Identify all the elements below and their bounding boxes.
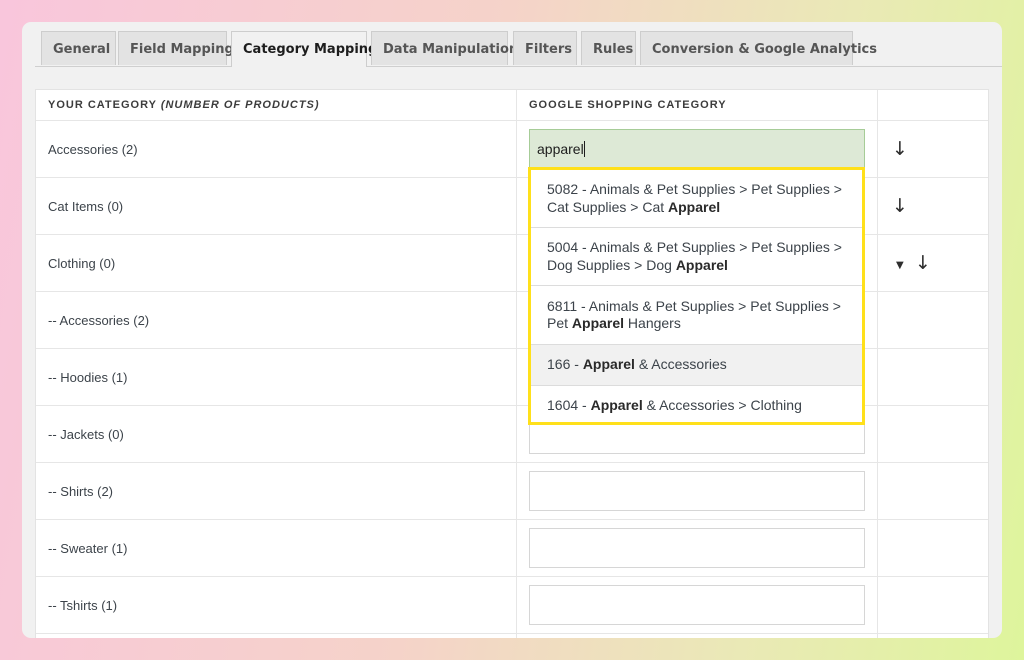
category-label: -- Sweater (1) <box>48 541 128 556</box>
tab-bar: General Field Mapping Category Mapping D… <box>35 31 1002 67</box>
category-label: Clothing (0) <box>48 256 116 271</box>
google-category-input[interactable]: apparel <box>529 129 865 169</box>
autocomplete-option[interactable]: 5082 - Animals & Pet Supplies > Pet Supp… <box>531 170 862 228</box>
category-label: -- Shirts (2) <box>48 484 113 499</box>
settings-panel: General Field Mapping Category Mapping D… <box>22 22 1002 638</box>
header-google-shopping-category: GOOGLE SHOPPING CATEGORY <box>529 99 727 111</box>
tab-conversion-google-analytics[interactable]: Conversion & Google Analytics <box>640 31 877 65</box>
tab-general[interactable]: General <box>41 31 116 65</box>
arrow-down-icon[interactable]: ↓ <box>892 197 908 216</box>
category-label: -- Hoodies (1) <box>48 370 128 385</box>
autocomplete-option[interactable]: 166 - Apparel & Accessories <box>531 345 862 386</box>
arrow-down-icon[interactable]: ↓ <box>915 254 931 273</box>
category-label: -- Accessories (2) <box>48 313 150 328</box>
text-caret <box>583 141 585 157</box>
google-category-input[interactable] <box>529 585 865 625</box>
tab-data-manipulation[interactable]: Data Manipulation <box>371 31 518 65</box>
header-your-category: YOUR CATEGORY (NUMBER OF PRODUCTS) <box>48 99 320 111</box>
category-label: Accessories (2) <box>48 142 138 157</box>
tab-field-mapping[interactable]: Field Mapping <box>118 31 234 65</box>
autocomplete-option[interactable]: 5004 - Animals & Pet Supplies > Pet Supp… <box>531 228 862 286</box>
google-category-input[interactable] <box>529 528 865 568</box>
tab-rules[interactable]: Rules <box>581 31 636 65</box>
category-label: Cat Items (0) <box>48 199 124 214</box>
autocomplete-option[interactable]: 1604 - Apparel & Accessories > Clothing <box>531 386 862 422</box>
caret-down-icon[interactable]: ▼ <box>896 260 904 271</box>
category-label: -- Tshirts (1) <box>48 598 118 613</box>
google-category-input[interactable] <box>529 471 865 511</box>
category-label: -- Jackets (0) <box>48 427 124 442</box>
arrow-down-icon[interactable]: ↓ <box>892 140 908 159</box>
tab-category-mapping[interactable]: Category Mapping <box>231 31 377 67</box>
autocomplete-dropdown: 5082 - Animals & Pet Supplies > Pet Supp… <box>528 167 865 425</box>
autocomplete-option[interactable]: 6811 - Animals & Pet Supplies > Pet Supp… <box>531 286 862 345</box>
tab-filters[interactable]: Filters <box>513 31 577 65</box>
